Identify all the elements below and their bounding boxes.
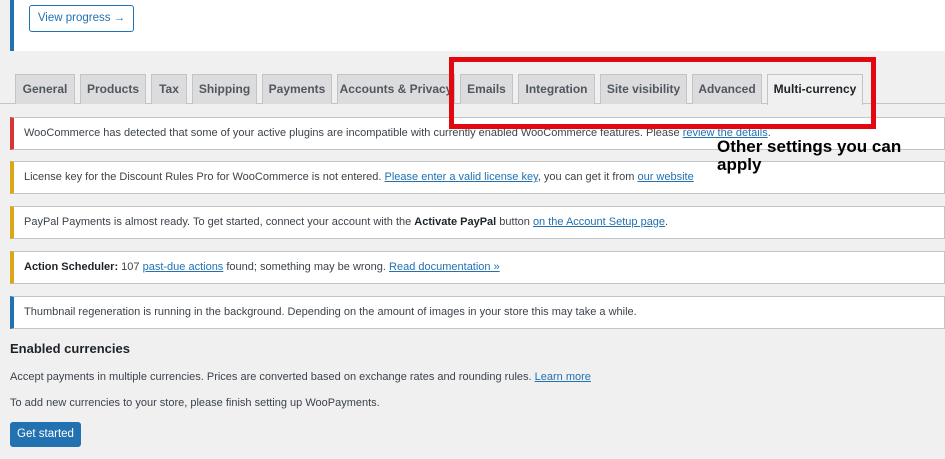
action-scheduler-label: Action Scheduler: bbox=[24, 261, 119, 273]
our-website-link[interactable]: our website bbox=[637, 171, 693, 183]
currencies-description: Accept payments in multiple currencies. … bbox=[10, 371, 591, 383]
tab-accounts-privacy[interactable]: Accounts & Privacy bbox=[337, 74, 455, 104]
notice-text: 107 bbox=[118, 261, 143, 273]
tab-integration[interactable]: Integration bbox=[518, 74, 595, 104]
notice-text: Thumbnail regeneration is running in the… bbox=[24, 306, 637, 318]
section-title: Enabled currencies bbox=[10, 341, 130, 356]
tab-payments[interactable]: Payments bbox=[262, 74, 332, 104]
notice-text-end: . bbox=[665, 216, 669, 228]
license-key-link[interactable]: Please enter a valid license key bbox=[385, 171, 538, 183]
description-text: Accept payments in multiple currencies. … bbox=[10, 371, 535, 383]
tab-multi-currency[interactable]: Multi-currency bbox=[767, 74, 863, 105]
account-setup-link[interactable]: on the Account Setup page bbox=[533, 216, 665, 228]
tab-general[interactable]: General bbox=[15, 74, 75, 104]
settings-tabs: General Products Tax Shipping Payments A… bbox=[0, 74, 945, 105]
annotation-callout: Other settings you can apply bbox=[717, 137, 902, 174]
thumbnail-regeneration-notice: Thumbnail regeneration is running in the… bbox=[10, 296, 945, 329]
paypal-notice: PayPal Payments is almost ready. To get … bbox=[10, 206, 945, 239]
tab-emails[interactable]: Emails bbox=[460, 74, 513, 104]
tab-shipping[interactable]: Shipping bbox=[192, 74, 257, 104]
past-due-actions-link[interactable]: past-due actions bbox=[143, 261, 224, 273]
notice-text-mid: found; something may be wrong. bbox=[223, 261, 390, 273]
action-scheduler-notice: Action Scheduler: 107 past-due actions f… bbox=[10, 251, 945, 284]
activate-paypal-text: Activate PayPal bbox=[414, 216, 497, 228]
tab-advanced[interactable]: Advanced bbox=[692, 74, 762, 104]
tab-products[interactable]: Products bbox=[80, 74, 146, 104]
setup-text: To add new currencies to your store, ple… bbox=[10, 397, 380, 409]
notice-text: WooCommerce has detected that some of yo… bbox=[24, 127, 683, 139]
progress-notice bbox=[10, 0, 945, 51]
notice-text-mid: button bbox=[496, 216, 533, 228]
view-progress-button[interactable]: View progress → bbox=[29, 5, 134, 32]
read-documentation-link[interactable]: Read documentation » bbox=[389, 261, 500, 273]
tab-tax[interactable]: Tax bbox=[151, 74, 187, 104]
notice-text-mid: , you can get it from bbox=[537, 171, 638, 183]
notice-text: License key for the Discount Rules Pro f… bbox=[24, 171, 385, 183]
get-started-button[interactable]: Get started bbox=[10, 422, 81, 447]
tab-site-visibility[interactable]: Site visibility bbox=[600, 74, 687, 104]
learn-more-link[interactable]: Learn more bbox=[535, 371, 591, 383]
notice-text: PayPal Payments is almost ready. To get … bbox=[24, 216, 415, 228]
